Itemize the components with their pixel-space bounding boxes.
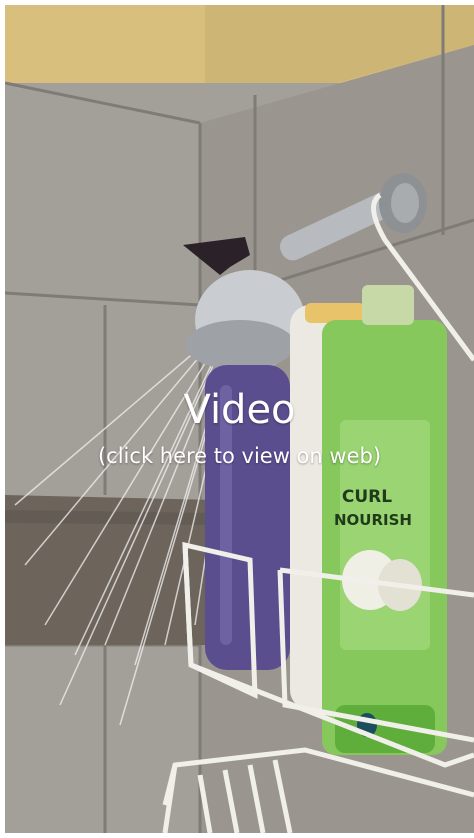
green-bottle-cap: [362, 285, 414, 325]
purple-bottle-highlight: [220, 385, 232, 645]
shower-head-face: [185, 320, 295, 370]
product-label-line1: CURL: [342, 487, 392, 507]
product-label-line2: NOURISH: [334, 511, 412, 529]
video-thumbnail: CURL NOURISH: [5, 5, 474, 833]
shower-flange-inner: [391, 183, 419, 223]
page-frame: CURL NOURISH Video (click here to view o…: [0, 0, 474, 838]
video-embed-link[interactable]: CURL NOURISH Video (click here to view o…: [5, 5, 474, 833]
purple-bottle: [205, 365, 290, 670]
green-bottle-label-panel: [340, 420, 430, 650]
